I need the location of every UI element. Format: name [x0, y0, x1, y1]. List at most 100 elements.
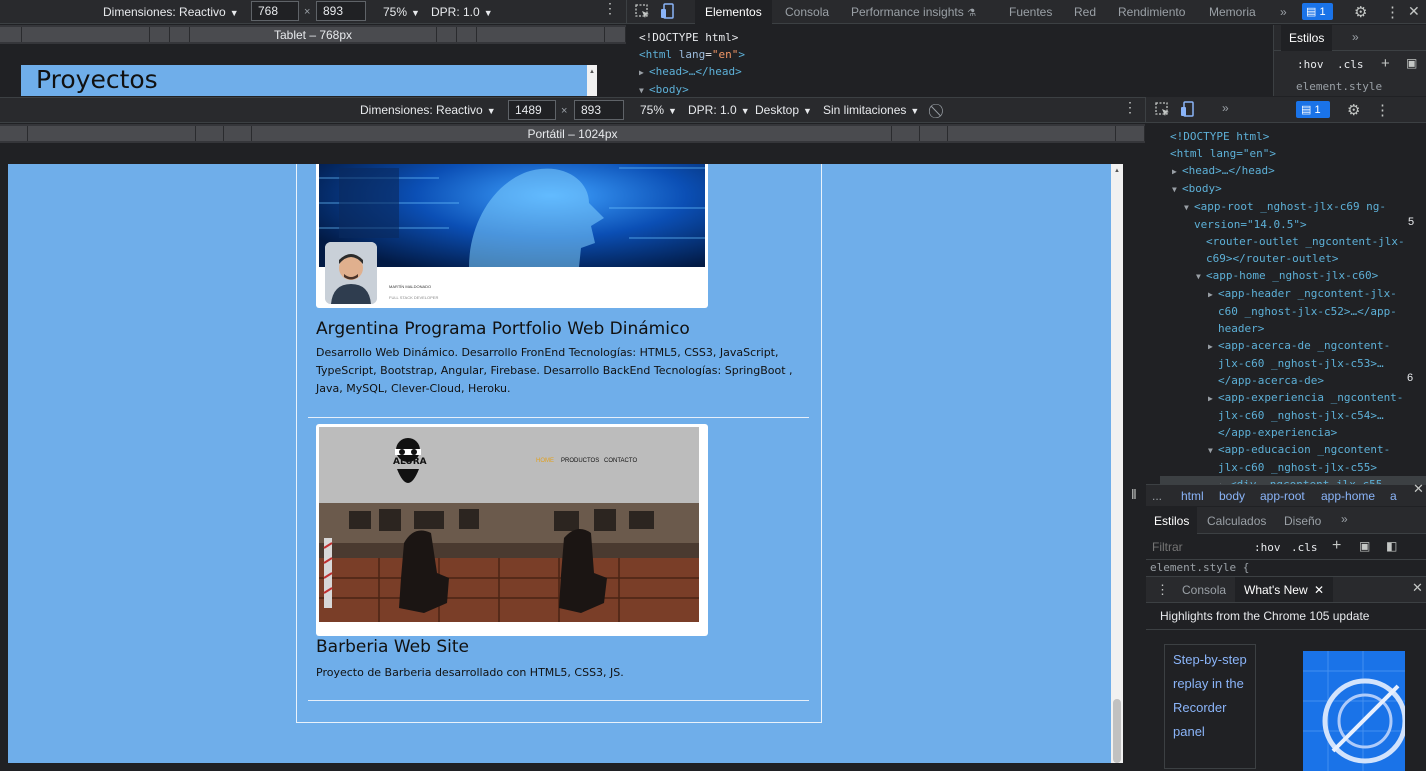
styles-filter-input[interactable]	[1148, 537, 1242, 557]
breadcrumb-item[interactable]: a	[1390, 489, 1397, 503]
tablet-scrollbar[interactable]: ▲	[587, 65, 597, 96]
whats-new-card-link[interactable]: Step-by-step replay in the Recorder pane…	[1164, 644, 1256, 769]
dom-line[interactable]: jlx-c60 _nghost-jlx-c55>	[1160, 459, 1426, 476]
tab-calculados[interactable]: Calculados	[1207, 514, 1266, 528]
dom-line[interactable]: c69></router-outlet>	[1160, 250, 1426, 267]
gear-icon[interactable]: ⚙	[1354, 3, 1367, 21]
tab-estilos[interactable]: Estilos	[1281, 25, 1333, 51]
throttle-dropdown[interactable]: Sin limitaciones ▼	[823, 103, 919, 117]
close-icon[interactable]: ✕	[1314, 583, 1324, 597]
tab-memoria[interactable]: Memoria	[1199, 0, 1266, 24]
dom-line[interactable]: jlx-c60 _nghost-jlx-c53>…	[1160, 355, 1426, 372]
dom-line[interactable]: ▶ <app-experiencia _ngcontent-	[1160, 389, 1426, 407]
dom-line[interactable]: </app-experiencia>	[1160, 424, 1426, 441]
project-thumbnail[interactable]: MARTÍN MALDONADO FULL STACK DEVELOPER	[316, 164, 708, 308]
expand-triangle-icon[interactable]: ▶	[1208, 338, 1218, 355]
tablet-zoom-dropdown[interactable]: 75% ▼	[383, 5, 420, 19]
tab-consola[interactable]: Consola	[775, 0, 839, 24]
dom-line[interactable]: ▶ <head>…</head>	[639, 63, 1273, 81]
tablet-width-input[interactable]: 768	[251, 1, 299, 21]
dom-line[interactable]: ▶ <app-acerca-de _ngcontent-	[1160, 337, 1426, 355]
cls-toggle[interactable]: .cls	[1337, 58, 1364, 71]
dom-line[interactable]: version="14.0.5">	[1160, 216, 1426, 233]
expand-triangle-icon[interactable]: ▶	[1172, 163, 1182, 180]
more-options-icon[interactable]: ⋮	[603, 1, 617, 15]
laptop-zoom-dropdown[interactable]: 75% ▼	[640, 103, 677, 117]
dom-line[interactable]: header>	[1160, 320, 1426, 337]
expand-triangle-icon[interactable]: ▶	[1220, 477, 1230, 484]
breadcrumb-item[interactable]: app-root	[1260, 489, 1305, 503]
inspect-element-icon[interactable]	[635, 4, 651, 23]
tab-whats-new[interactable]: What's New ✕	[1235, 577, 1334, 602]
tab-red[interactable]: Red	[1064, 0, 1106, 24]
collapse-triangle-icon[interactable]: ▼	[1196, 268, 1206, 285]
toggle-sidebar-icon[interactable]: ◧	[1386, 539, 1397, 553]
more-options-icon[interactable]: ⋮	[1123, 100, 1137, 114]
laptop-dimensions-dropdown[interactable]: Dimensiones: Reactivo ▼	[360, 103, 496, 117]
tab-estilos[interactable]: Estilos	[1146, 507, 1198, 534]
expand-triangle-icon[interactable]: ▶	[639, 64, 649, 81]
resize-handle-icon[interactable]: ‖	[1131, 486, 1137, 502]
tab-performance-insights[interactable]: Performance insights ⚗	[841, 0, 986, 24]
more-tabs-icon[interactable]: »	[1341, 512, 1348, 526]
close-icon[interactable]: ✕	[1412, 580, 1423, 596]
dom-line[interactable]: <html lang="en">	[1160, 145, 1426, 162]
device-type-dropdown[interactable]: Desktop ▼	[755, 103, 812, 117]
hov-toggle[interactable]: :hov	[1254, 541, 1281, 554]
dom-line[interactable]: <html lang="en">	[639, 46, 1273, 63]
expand-triangle-icon[interactable]: ▶	[1208, 286, 1218, 303]
device-toolbar-icon[interactable]	[1180, 101, 1196, 121]
dom-line[interactable]: <!DOCTYPE html>	[1160, 128, 1426, 145]
dom-line[interactable]: ▶ <app-header _ngcontent-jlx-	[1160, 285, 1426, 303]
paint-icon[interactable]: ▣	[1406, 56, 1417, 70]
drawer-menu-icon[interactable]: ⋮	[1156, 582, 1169, 598]
breadcrumb-item[interactable]: html	[1181, 489, 1204, 503]
more-tabs-icon[interactable]: »	[1270, 0, 1297, 24]
laptop-width-input[interactable]: 1489	[508, 100, 556, 120]
more-options-icon[interactable]: ⋮	[1375, 101, 1390, 119]
add-rule-icon[interactable]: +	[1332, 537, 1341, 555]
dom-line[interactable]: c60 _nghost-jlx-c52>…</app-	[1160, 303, 1426, 320]
tab-diseno[interactable]: Diseño	[1284, 514, 1321, 528]
dom-line[interactable]: jlx-c60 _nghost-jlx-c54>…	[1160, 407, 1426, 424]
collapse-triangle-icon[interactable]: ▼	[1184, 199, 1194, 216]
tab-drawer-consola[interactable]: Consola	[1182, 583, 1226, 597]
dom-line[interactable]: ▼ <app-educacion _ngcontent-	[1160, 441, 1426, 459]
add-rule-icon[interactable]: +	[1381, 55, 1390, 72]
issues-badge[interactable]: ▤ 1	[1302, 3, 1333, 20]
tablet-dpr-dropdown[interactable]: DPR: 1.0 ▼	[431, 5, 493, 19]
tablet-dimensions-dropdown[interactable]: Dimensiones: Reactivo ▼	[103, 5, 239, 19]
more-tabs-icon[interactable]: »	[1222, 101, 1229, 115]
inspect-element-icon[interactable]	[1155, 102, 1171, 121]
gear-icon[interactable]: ⚙	[1347, 101, 1360, 119]
page-scrollbar[interactable]: ▲	[1111, 164, 1123, 763]
project-thumbnail[interactable]: ALURA HOME PRODUCTOS CONTACTO	[316, 424, 708, 636]
laptop-dpr-dropdown[interactable]: DPR: 1.0 ▼	[688, 103, 750, 117]
more-tabs-icon[interactable]: »	[1352, 30, 1359, 44]
tab-elementos[interactable]: Elementos	[695, 0, 772, 24]
dom-line[interactable]: ▼ <app-home _nghost-jlx-c60>	[1160, 267, 1426, 285]
dom-line[interactable]: ▶<div _ngcontent-jlx-c55	[1160, 476, 1426, 484]
scroll-up-icon[interactable]: ▲	[1114, 168, 1120, 174]
breadcrumb-item[interactable]: app-home	[1321, 489, 1375, 503]
more-options-icon[interactable]: ⋮	[1385, 3, 1400, 21]
collapse-triangle-icon[interactable]: ▼	[1172, 181, 1182, 198]
cls-toggle[interactable]: .cls	[1291, 541, 1318, 554]
close-icon[interactable]: ✕	[1408, 3, 1420, 20]
dom-line[interactable]: <!DOCTYPE html>	[639, 29, 1273, 46]
hov-toggle[interactable]: :hov	[1297, 58, 1324, 71]
close-icon[interactable]: ✕	[1413, 481, 1424, 497]
laptop-height-input[interactable]: 893	[574, 100, 624, 120]
issues-badge[interactable]: ▤ 1	[1296, 101, 1330, 118]
scrollbar-thumb[interactable]	[1113, 699, 1121, 763]
dom-line[interactable]: ▶ <head>…</head>	[1160, 162, 1426, 180]
dom-line[interactable]: <router-outlet _ngcontent-jlx-	[1160, 233, 1426, 250]
collapse-triangle-icon[interactable]: ▼	[1208, 442, 1218, 459]
expand-triangle-icon[interactable]: ▶	[1208, 390, 1218, 407]
device-toolbar-icon[interactable]	[660, 3, 676, 23]
tablet-height-input[interactable]: 893	[316, 1, 366, 21]
breadcrumb-item[interactable]: body	[1219, 489, 1245, 503]
tab-rendimiento[interactable]: Rendimiento	[1108, 0, 1195, 24]
paint-icon[interactable]: ▣	[1359, 539, 1370, 553]
breadcrumb-overflow[interactable]: ...	[1152, 489, 1162, 503]
